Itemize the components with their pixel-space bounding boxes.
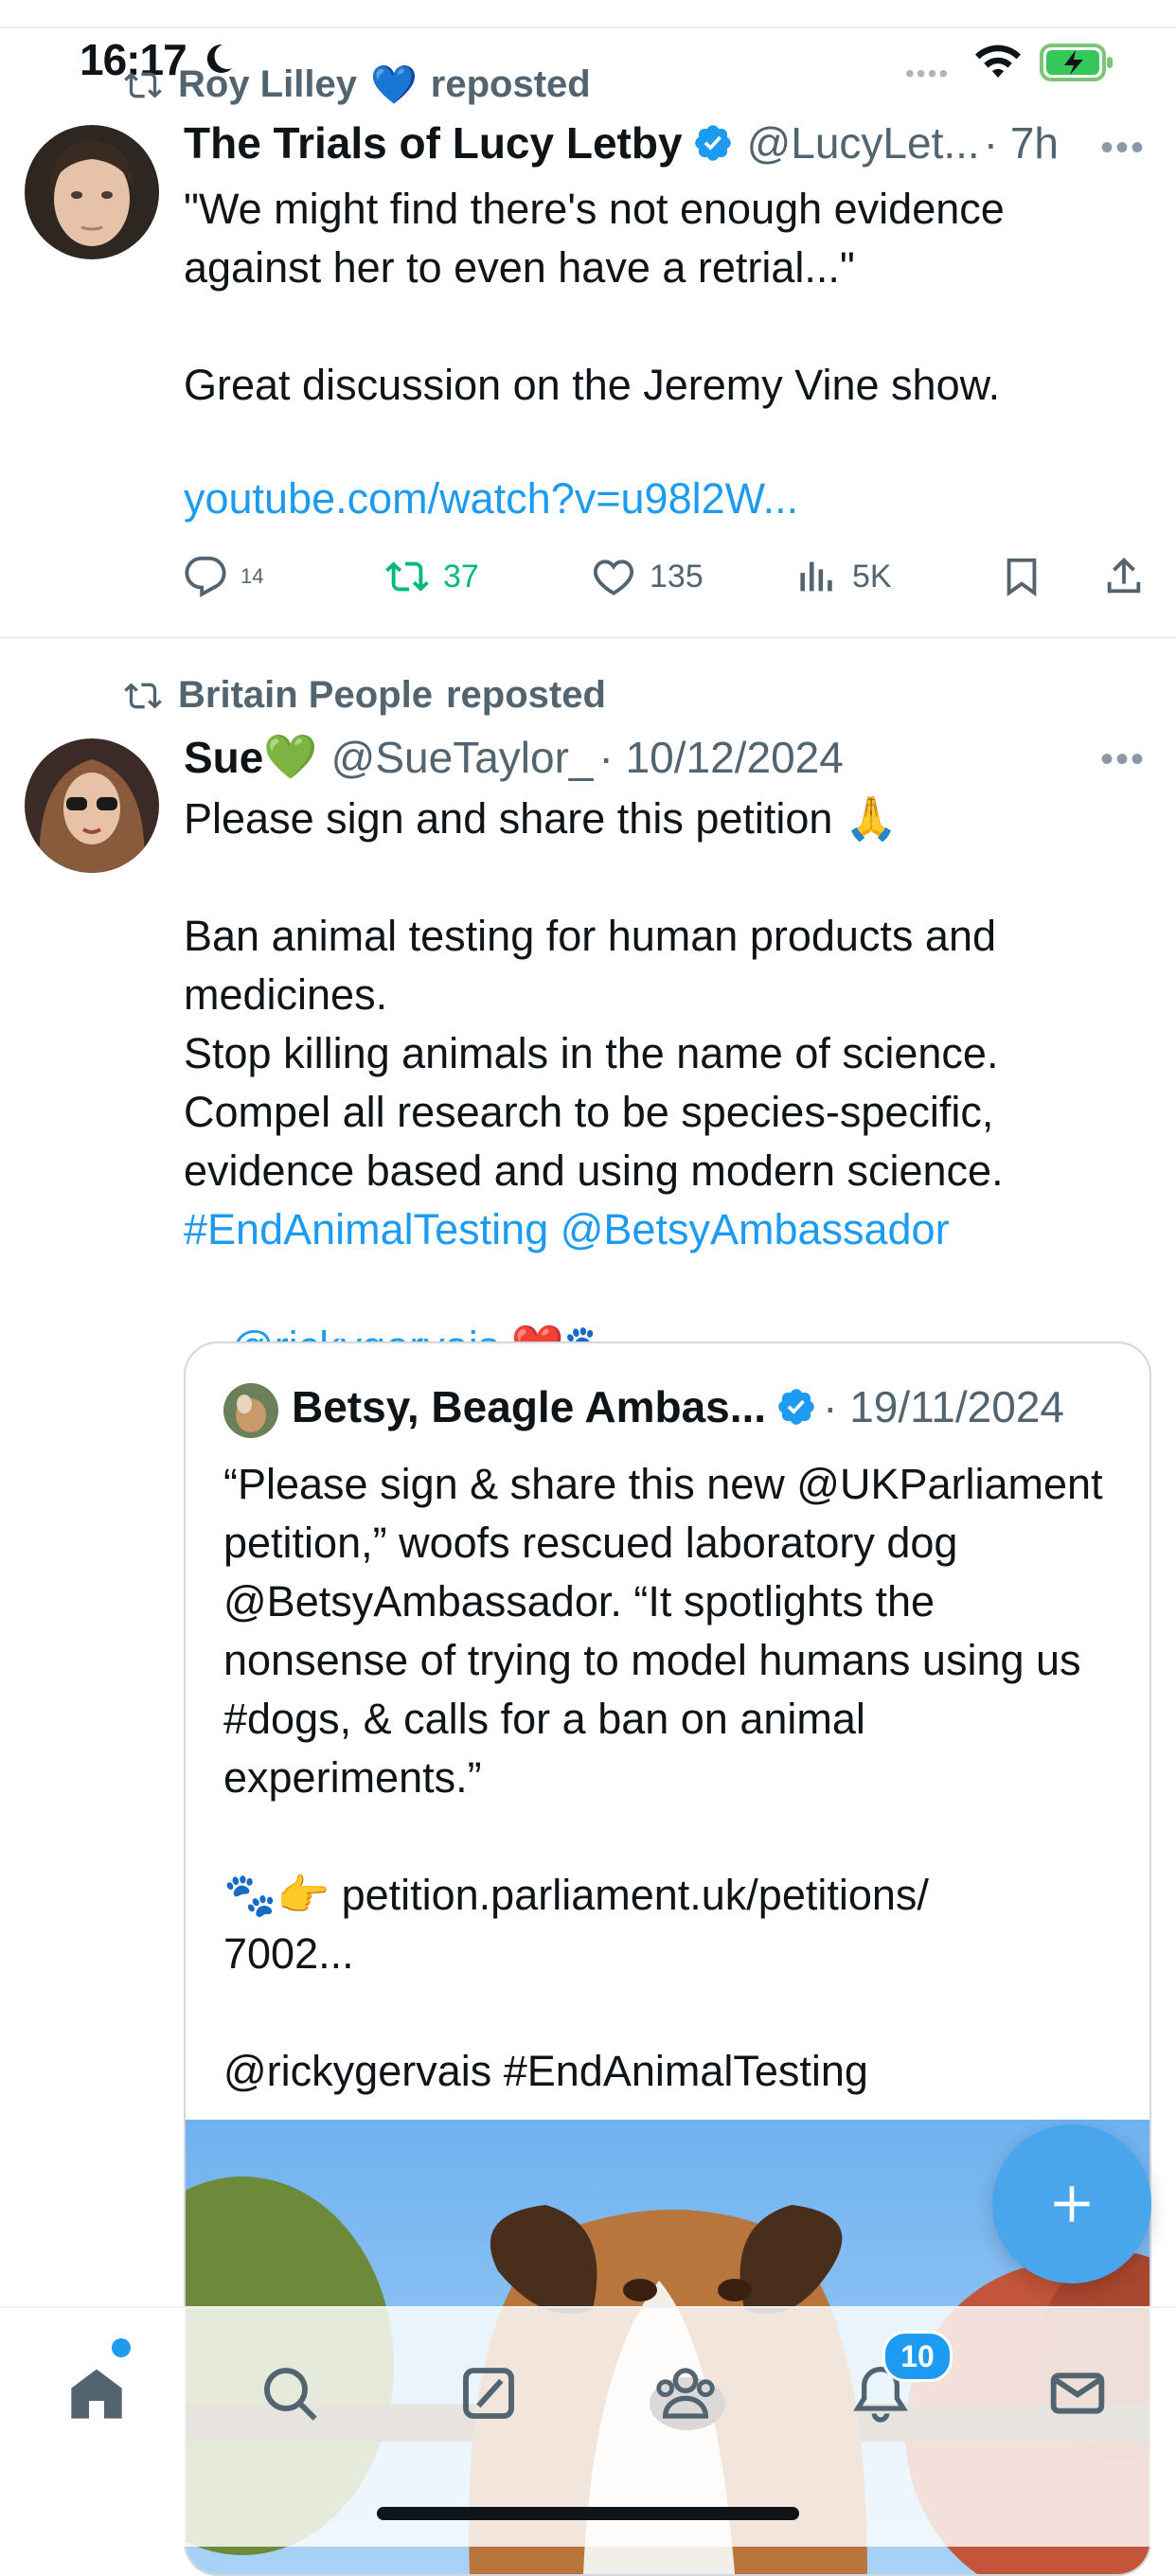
tweet-link[interactable]: youtube.com/watch?v=u98l2W... — [184, 470, 798, 528]
repost-icon — [124, 71, 162, 98]
signal-dots: •••• — [905, 59, 951, 88]
quote-avatar — [223, 1383, 278, 1438]
quote-header: Betsy, Beagle Ambas... · 19/11/2024 — [292, 1381, 1064, 1432]
home-indicator — [377, 2507, 799, 2520]
more-options-icon[interactable]: ••• — [1100, 738, 1146, 781]
nav-communities[interactable] — [638, 2346, 733, 2441]
tweet-divider — [0, 636, 1176, 639]
author-emoji: 💚 — [263, 732, 318, 781]
repost-count: 37 — [443, 558, 479, 595]
repost-label: reposted — [445, 674, 606, 716]
grok-icon — [463, 2368, 514, 2419]
bookmark-button[interactable] — [1000, 555, 1043, 598]
home-icon — [71, 2369, 122, 2419]
tweet-time: · 10/12/2024 — [598, 732, 844, 782]
nav-home[interactable] — [49, 2346, 144, 2441]
views-icon — [800, 561, 832, 592]
heart-icon — [593, 560, 634, 595]
repost-context[interactable]: Britain People reposted — [121, 674, 606, 717]
repost-user: Britain People — [178, 674, 433, 716]
verified-badge-icon — [694, 125, 731, 161]
author-name[interactable]: The Trials of Lucy Letby — [184, 117, 683, 169]
quote-text: “Please sign & share this new @UKParliam… — [223, 1460, 1103, 2095]
like-count: 135 — [650, 558, 704, 595]
avatar[interactable] — [25, 125, 159, 259]
author-handle[interactable]: @SueTaylor_ — [331, 732, 594, 783]
tweet-text: Please sign and share this petition 🙏 Ba… — [184, 794, 1004, 1195]
share-icon — [1107, 558, 1141, 594]
notifications-badge: 10 — [882, 2331, 953, 2382]
nav-messages[interactable] — [1030, 2346, 1125, 2441]
repost-user-emoji: 💙 — [369, 64, 418, 106]
repost-icon — [124, 682, 162, 709]
plus-icon — [1054, 2186, 1090, 2222]
avatar[interactable] — [25, 738, 159, 873]
nav-search[interactable] — [242, 2346, 337, 2441]
share-button[interactable] — [1102, 555, 1146, 598]
reply-icon — [185, 556, 226, 597]
reply-button[interactable]: 14 — [184, 555, 263, 598]
tweet-hashtags[interactable]: #EndAnimalTesting @BetsyAmbassador — [184, 1200, 950, 1259]
like-button[interactable]: 135 — [591, 555, 704, 598]
battery-icon — [1040, 44, 1113, 81]
tweet-text: "We might find there's not enough eviden… — [184, 185, 1005, 409]
tweet-time: · 7h — [983, 118, 1059, 168]
repost-icon — [385, 561, 429, 592]
bookmark-icon — [1007, 558, 1037, 596]
reply-count: 14 — [241, 564, 264, 588]
wifi-icon — [975, 44, 1021, 78]
home-unread-dot — [112, 2338, 131, 2357]
communities-icon — [656, 2368, 715, 2419]
repost-user: Roy Lilley — [178, 63, 357, 105]
repost-context[interactable]: Roy Lilley 💙 reposted — [121, 62, 591, 107]
avatar-photo — [25, 738, 159, 873]
compose-button[interactable] — [992, 2124, 1151, 2283]
tweet-actions: 14 37 135 5K — [184, 549, 1159, 606]
author-name[interactable]: Sue — [184, 732, 263, 783]
search-icon — [264, 2368, 317, 2421]
author-handle[interactable]: @LucyLet... — [747, 117, 980, 169]
repost-button[interactable]: 37 — [384, 555, 479, 598]
tweet-header: The Trials of Lucy Letby @LucyLet... · 7… — [184, 117, 1093, 169]
mail-icon — [1050, 2372, 1105, 2414]
repost-label: reposted — [430, 63, 591, 105]
quote-time: · 19/11/2024 — [823, 1382, 1065, 1431]
avatar-photo — [25, 125, 159, 259]
top-divider — [0, 27, 1176, 28]
views-count: 5K — [852, 558, 892, 595]
quote-author-name[interactable]: Betsy, Beagle Ambas... — [292, 1381, 766, 1432]
nav-grok[interactable] — [441, 2346, 536, 2441]
tweet-header: Sue 💚 @SueTaylor_ · 10/12/2024 — [184, 731, 1093, 783]
more-options-icon[interactable]: ••• — [1100, 127, 1146, 169]
verified-badge-icon — [778, 1389, 814, 1425]
views-button[interactable]: 5K — [795, 555, 892, 598]
